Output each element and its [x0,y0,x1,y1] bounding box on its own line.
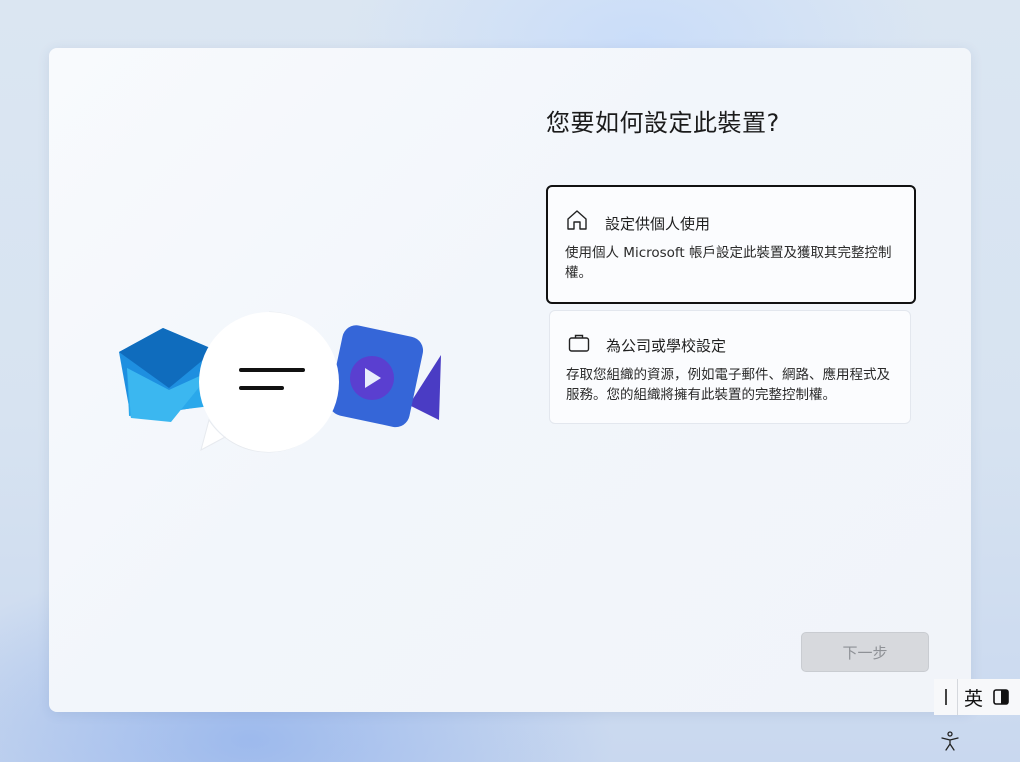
ime-toolbar: 英 [934,679,1020,715]
option-description: 存取您組織的資源，例如電子郵件、網路、應用程式及服務。您的組織將擁有此裝置的完整… [566,367,890,403]
page-title: 您要如何設定此裝置? [546,109,780,137]
chat-bubble-icon [199,311,339,453]
option-title: 為公司或學校設定 [606,337,727,355]
ime-handle[interactable] [934,679,958,715]
home-icon [567,210,587,230]
option-personal-use[interactable]: 設定供個人使用 使用個人 Microsoft 帳戶設定此裝置及獲取其完整控制權。 [546,185,916,304]
next-button[interactable]: 下一步 [801,632,929,672]
option-description: 使用個人 Microsoft 帳戶設定此裝置及獲取其完整控制權。 [565,245,892,281]
setup-card: 您要如何設定此裝置? 設定供個人使用 使用個人 Microsoft 帳戶設定此裝… [49,48,971,712]
half-full-width-icon[interactable] [993,689,1009,705]
video-camera-icon [328,325,441,428]
option-title: 設定供個人使用 [605,215,711,233]
option-work-school[interactable]: 為公司或學校設定 存取您組織的資源，例如電子郵件、網路、應用程式及服務。您的組織… [549,310,911,424]
briefcase-icon [568,334,590,352]
accessibility-icon[interactable] [939,730,961,752]
illustration [119,311,441,453]
ime-language-toggle[interactable]: 英 [964,684,983,711]
